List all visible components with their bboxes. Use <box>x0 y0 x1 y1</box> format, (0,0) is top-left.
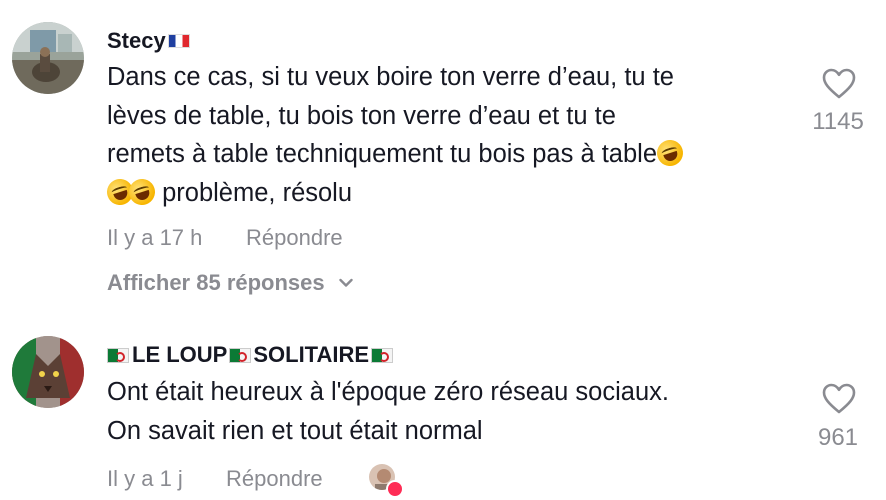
laughing-emoji-icon <box>125 175 159 208</box>
username-text: SOLITAIRE <box>253 342 370 367</box>
comment-username[interactable]: Stecy <box>107 28 190 54</box>
commenter-avatar[interactable] <box>12 22 84 94</box>
heart-outline-icon[interactable] <box>822 383 856 415</box>
algeria-flag-icon <box>229 347 252 363</box>
like-count: 961 <box>817 424 859 451</box>
avatar-photo <box>12 22 84 94</box>
reply-button[interactable]: Répondre <box>226 466 323 492</box>
france-flag-icon <box>167 34 190 48</box>
show-replies-label: Afficher 85 réponses <box>107 270 325 295</box>
username-text: Stecy <box>107 28 166 53</box>
algeria-flag-icon <box>371 347 394 363</box>
creator-heart-icon <box>386 480 404 498</box>
commenter-avatar[interactable] <box>12 336 84 408</box>
comment-timestamp: Il y a 1 j <box>107 466 183 491</box>
chevron-down-icon <box>338 278 353 287</box>
comment-line: remets à table techniquement tu bois pas… <box>107 135 797 174</box>
comment-line: Ont était heureux à l'époque zéro réseau… <box>107 378 669 406</box>
avatar-photo <box>12 336 84 408</box>
comment-line-text: problème, résolu <box>162 178 353 207</box>
show-replies-button[interactable]: Afficher 85 réponses <box>107 270 353 296</box>
comment-line: On savait rien et tout était normal <box>107 416 483 445</box>
reply-button[interactable]: Répondre <box>246 225 343 251</box>
comment-username[interactable]: LE LOUP SOLITAIRE <box>107 342 394 368</box>
username-text: LE LOUP <box>132 342 228 367</box>
algeria-flag-icon <box>107 347 129 363</box>
heart-outline-icon[interactable] <box>822 68 856 100</box>
comment-line: Dans ce cas, si tu veux boire ton verre … <box>107 63 674 91</box>
comment-text: Ont était heureux à l'époque zéro réseau… <box>107 373 797 450</box>
comment-text: Dans ce cas, si tu veux boire ton verre … <box>103 58 797 213</box>
comment-line: problème, résolu <box>103 174 797 213</box>
comment-line: lèves de table, tu bois ton verre d’eau … <box>107 101 616 130</box>
like-count: 1145 <box>812 108 864 135</box>
comment-timestamp: Il y a 17 h <box>107 225 203 250</box>
laughing-emoji-icon <box>653 136 687 170</box>
comment-line-text: remets à table techniquement tu bois pas… <box>107 140 658 168</box>
